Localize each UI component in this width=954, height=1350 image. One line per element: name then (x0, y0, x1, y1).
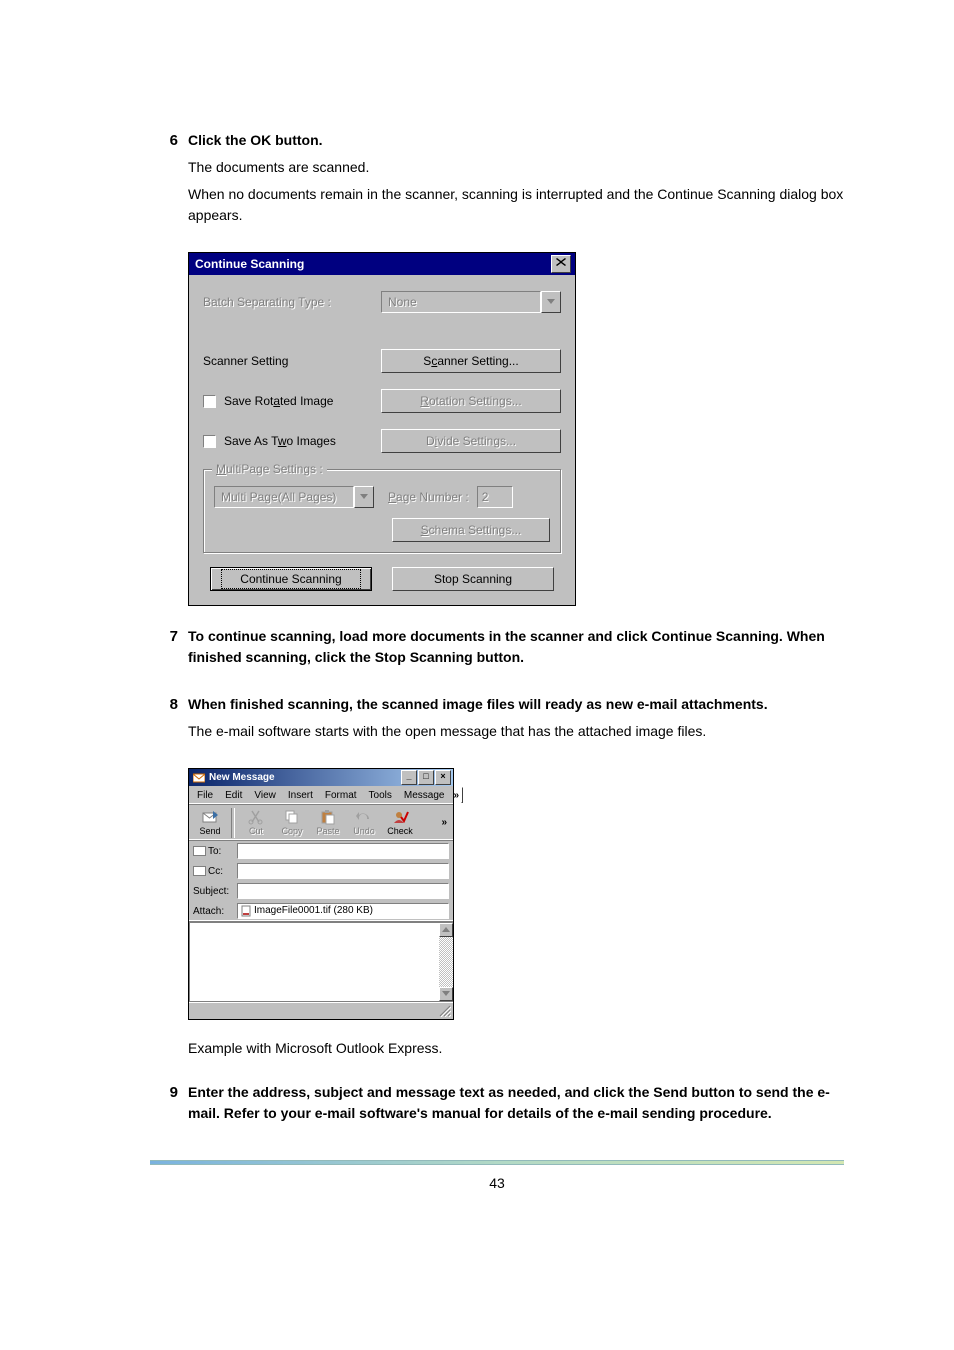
oe-toolbar: Send Cut Copy Paste Undo (189, 805, 453, 841)
paste-icon (319, 809, 337, 825)
divide-settings-button: Divide Settings... (381, 429, 561, 453)
menu-more-icon[interactable]: » (450, 790, 461, 801)
rotation-settings-button: Rotation Settings... (381, 389, 561, 413)
dialog-title: Continue Scanning (195, 257, 551, 271)
send-icon (201, 809, 219, 825)
step-number: 6 (150, 130, 188, 151)
menu-format[interactable]: Format (319, 788, 363, 803)
step6-title: Click the OK button. (188, 130, 844, 151)
cc-label[interactable]: Cc: (193, 866, 237, 877)
menu-edit[interactable]: Edit (219, 788, 248, 803)
toolbar-more-icon[interactable]: » (441, 817, 450, 828)
outlook-express-window: New Message _ □ × File Edit View Insert … (188, 768, 454, 1020)
menu-file[interactable]: File (191, 788, 219, 803)
step8-title: When finished scanning, the scanned imag… (188, 694, 844, 715)
multipage-combo: Multi Page(All Pages) (214, 486, 374, 508)
scroll-track[interactable] (439, 937, 453, 987)
undo-button: Undo (346, 809, 382, 836)
menu-view[interactable]: View (248, 788, 282, 803)
batch-separating-value: None (381, 291, 541, 313)
check-icon (391, 809, 409, 825)
message-body[interactable] (189, 922, 453, 1002)
stop-scanning-button[interactable]: Stop Scanning (392, 567, 554, 591)
page-number-value: 2 (477, 486, 513, 508)
cut-icon (247, 809, 265, 825)
schema-settings-button: Schema Settings... (392, 518, 550, 542)
cut-button: Cut (238, 809, 274, 836)
paste-button: Paste (310, 809, 346, 836)
menu-message[interactable]: Message (398, 788, 451, 803)
minimize-icon[interactable]: _ (401, 770, 417, 785)
to-field[interactable] (237, 843, 449, 859)
cc-field[interactable] (237, 863, 449, 879)
save-rotated-checkbox-row[interactable]: Save Rotated Image (203, 394, 381, 408)
step-number: 9 (150, 1082, 188, 1103)
menu-insert[interactable]: Insert (282, 788, 319, 803)
scrollbar[interactable] (439, 923, 453, 1001)
footer-rule (150, 1160, 844, 1165)
oe-menubar: File Edit View Insert Format Tools Messa… (189, 786, 453, 805)
close-icon[interactable]: × (435, 770, 451, 785)
multipage-settings-group: MultiPage Settings : Multi Page(All Page… (203, 469, 561, 553)
subject-field[interactable] (237, 883, 449, 899)
step8-caption: Example with Microsoft Outlook Express. (188, 1040, 844, 1056)
step-number: 7 (150, 626, 188, 647)
to-label[interactable]: To: (193, 846, 237, 857)
batch-separating-label: Batch Separating Type : (203, 295, 381, 309)
send-button[interactable]: Send (192, 809, 228, 836)
attach-field[interactable]: ImageFile0001.tif (280 KB) (237, 903, 449, 919)
save-as-two-checkbox[interactable] (203, 435, 216, 448)
batch-separating-combo: None (381, 291, 561, 313)
statusbar (189, 1002, 453, 1019)
step-number: 8 (150, 694, 188, 715)
page-number: 43 (150, 1175, 844, 1191)
menu-tools[interactable]: Tools (363, 788, 398, 803)
scanner-setting-button[interactable]: Scanner Setting... (381, 349, 561, 373)
close-icon[interactable] (551, 255, 571, 273)
maximize-icon[interactable]: □ (418, 770, 434, 785)
check-button[interactable]: Check (382, 809, 418, 836)
scroll-up-icon[interactable] (439, 923, 453, 937)
addressbook-icon (193, 866, 206, 876)
attachment-file-icon (241, 905, 251, 917)
page-number-label: Page Number : (388, 490, 469, 504)
step8-line1: The e-mail software starts with the open… (188, 721, 844, 742)
step6-line2: When no documents remain in the scanner,… (188, 184, 844, 226)
addressbook-icon (193, 846, 206, 856)
resize-grip-icon[interactable] (439, 1005, 451, 1017)
scanner-setting-label: Scanner Setting (203, 354, 381, 368)
step9-title: Enter the address, subject and message t… (188, 1082, 844, 1124)
save-as-two-checkbox-row[interactable]: Save As Two Images (203, 434, 381, 448)
chevron-down-icon (541, 291, 561, 313)
chevron-down-icon (354, 486, 374, 508)
step6-line1: The documents are scanned. (188, 157, 844, 178)
dialog-titlebar[interactable]: Continue Scanning (189, 253, 575, 275)
oe-logo-icon (461, 787, 463, 803)
undo-icon (355, 809, 373, 825)
subject-label: Subject: (193, 886, 237, 897)
oe-titlebar[interactable]: New Message _ □ × (189, 769, 453, 786)
save-rotated-checkbox[interactable] (203, 395, 216, 408)
continue-scanning-dialog: Continue Scanning Batch Separating Type … (188, 252, 576, 606)
copy-button: Copy (274, 809, 310, 836)
copy-icon (283, 809, 301, 825)
continue-scanning-button[interactable]: Continue Scanning (210, 567, 372, 591)
oe-title: New Message (209, 772, 401, 783)
toolbar-separator (231, 808, 235, 838)
step7-title: To continue scanning, load more document… (188, 626, 844, 668)
scroll-down-icon[interactable] (439, 987, 453, 1001)
mail-icon (193, 772, 205, 784)
multipage-combo-value: Multi Page(All Pages) (214, 486, 354, 508)
attach-label: Attach: (193, 906, 237, 917)
multipage-group-title: MultiPage Settings : (212, 462, 327, 476)
